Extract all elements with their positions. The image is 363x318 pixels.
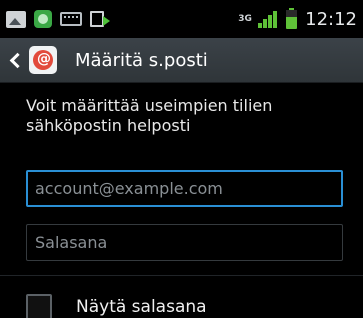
password-field[interactable] (26, 224, 343, 261)
email-field[interactable] (26, 170, 343, 207)
show-password-label: Näytä salasana (76, 297, 207, 317)
keyboard-icon (60, 12, 82, 26)
show-password-row[interactable]: Näytä salasana (26, 292, 207, 318)
gallery-icon (6, 10, 26, 28)
action-bar: Määritä s.posti (0, 38, 363, 83)
setup-description: Voit määrittää useimpien tilien sähköpos… (26, 96, 273, 135)
email-app-icon (29, 46, 57, 74)
signal-icon (258, 10, 280, 28)
status-bar: 3G 12:12 (0, 0, 363, 38)
up-button[interactable] (0, 38, 63, 82)
setup-form: Voit määrittää useimpien tilien sähköpos… (0, 84, 363, 318)
show-password-checkbox[interactable] (26, 294, 52, 318)
status-clock: 12:12 (305, 8, 357, 30)
battery-icon (286, 7, 298, 29)
chevron-left-icon (9, 52, 26, 68)
usb-icon (90, 11, 110, 27)
network-type-icon: 3G (238, 13, 252, 24)
play-store-icon (34, 10, 52, 28)
notification-icons (0, 0, 110, 38)
system-icons: 3G 12:12 (238, 0, 357, 38)
divider (0, 275, 363, 276)
page-title: Määritä s.posti (75, 49, 208, 71)
